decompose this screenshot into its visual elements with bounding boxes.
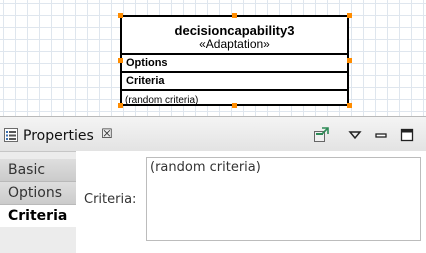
selection-handle-bottom-center[interactable]	[232, 103, 237, 108]
tab-basic[interactable]: Basic	[0, 159, 76, 182]
node-stereotype: «Adaptation»	[199, 37, 270, 51]
diagram-canvas[interactable]: decisioncapability3 «Adaptation» Options…	[0, 0, 426, 116]
node-options-compartment[interactable]: Options	[122, 55, 347, 73]
properties-list-icon	[4, 128, 18, 142]
selection-handle-middle-right[interactable]	[347, 58, 352, 63]
node-header: decisioncapability3 «Adaptation»	[122, 17, 347, 55]
pin-icon[interactable]	[313, 127, 329, 143]
section-tabs: Basic Options Criteria	[0, 159, 76, 227]
properties-header: Properties ☒	[0, 117, 426, 152]
tab-options[interactable]: Options	[0, 182, 76, 205]
view-menu-icon[interactable]	[347, 127, 363, 143]
node-name: decisioncapability3	[174, 23, 295, 38]
tab-criteria[interactable]: Criteria	[0, 205, 76, 227]
maximize-icon[interactable]	[399, 127, 415, 143]
selection-handle-top-right[interactable]	[347, 13, 352, 18]
selection-handle-bottom-right[interactable]	[347, 103, 352, 108]
properties-view: Properties ☒ Basic Options Criteria Crit…	[0, 116, 426, 253]
close-view-icon[interactable]: ☒	[101, 127, 113, 143]
selection-handle-top-left[interactable]	[118, 13, 123, 18]
selection-handle-top-center[interactable]	[232, 13, 237, 18]
properties-title: Properties	[23, 128, 94, 144]
properties-view-tab[interactable]: Properties ☒	[0, 121, 120, 151]
criteria-section: Criteria: (random criteria)	[76, 151, 426, 253]
decision-capability-node[interactable]: decisioncapability3 «Adaptation» Options…	[120, 15, 349, 106]
criteria-field-label: Criteria:	[84, 192, 137, 207]
selection-handle-bottom-left[interactable]	[118, 103, 123, 108]
selection-handle-middle-left[interactable]	[118, 58, 123, 63]
minimize-icon[interactable]	[373, 127, 389, 143]
criteria-textarea[interactable]: (random criteria)	[146, 157, 421, 241]
node-criteria-compartment[interactable]: Criteria	[122, 73, 347, 91]
